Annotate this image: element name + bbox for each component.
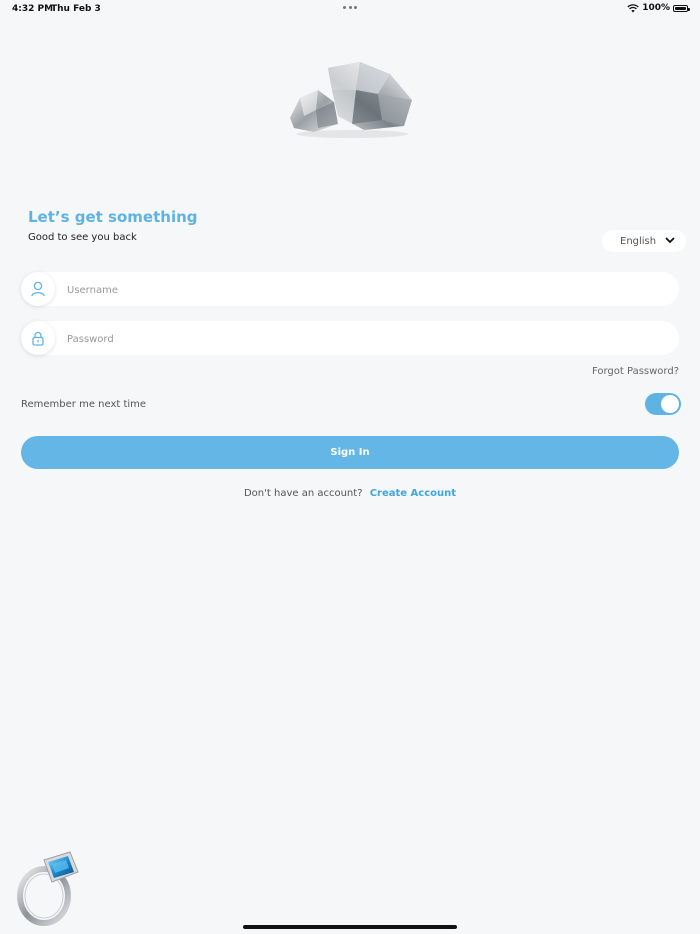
- diamond-logo: [290, 62, 412, 138]
- forgot-password-link[interactable]: Forgot Password?: [592, 366, 679, 377]
- page-heading: Let’s get something: [28, 208, 198, 226]
- remember-me-toggle[interactable]: [645, 393, 681, 415]
- lock-icon-badge: [21, 321, 55, 355]
- sign-in-button[interactable]: Sign In: [21, 436, 679, 469]
- language-label: English: [620, 235, 657, 247]
- wifi-icon: [627, 3, 639, 12]
- username-field[interactable]: [21, 272, 679, 308]
- ring-image: [17, 851, 79, 926]
- battery-percent: 100%: [642, 3, 670, 13]
- password-input[interactable]: [65, 321, 669, 357]
- toggle-knob: [661, 395, 679, 413]
- lock-icon: [32, 331, 44, 346]
- user-icon-badge: [21, 272, 55, 306]
- page-subheading: Good to see you back: [28, 232, 137, 243]
- status-time: 4:32 PM: [12, 4, 54, 14]
- status-bar: 4:32 PM Thu Feb 3 100%: [0, 0, 700, 18]
- username-input[interactable]: [65, 272, 669, 308]
- user-icon: [31, 281, 45, 297]
- status-date: Thu Feb 3: [51, 4, 101, 14]
- create-account-link[interactable]: Create Account: [370, 488, 456, 499]
- language-selector[interactable]: English: [602, 230, 686, 252]
- battery-icon: [673, 4, 690, 12]
- home-indicator[interactable]: [243, 925, 457, 929]
- no-account-text: Don't have an account?: [243, 488, 363, 499]
- chevron-down-icon: [665, 237, 675, 244]
- multitasking-dots-icon[interactable]: [343, 6, 357, 10]
- password-field[interactable]: [21, 321, 679, 357]
- signup-prompt: Don't have an account? Create Account: [0, 488, 700, 499]
- remember-me-label: Remember me next time: [21, 399, 147, 410]
